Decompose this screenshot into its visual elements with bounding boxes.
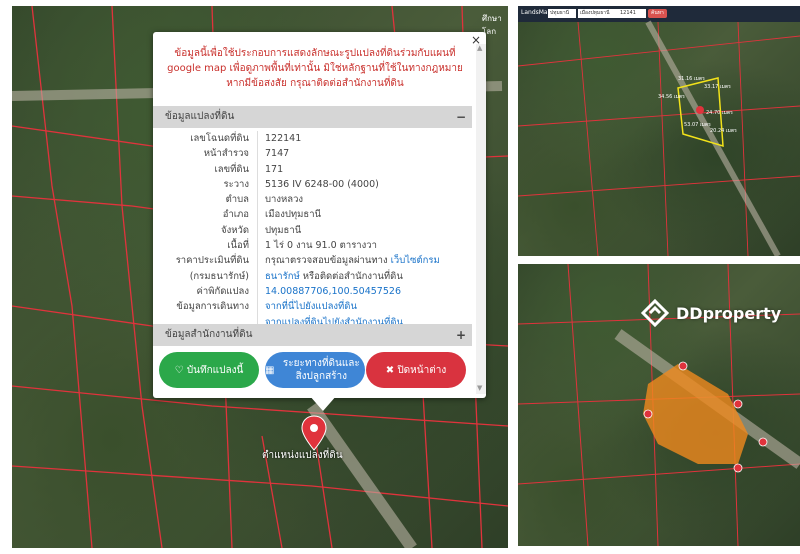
measure-label: 34.56 เมตร xyxy=(658,94,685,100)
measure-overlay: 31.16 เมตร 33.17 เมตร 34.56 เมตร 24.70 เ… xyxy=(518,20,800,256)
table-row: ระวาง 5136 IV 6248-00 (4000) xyxy=(153,177,472,192)
section-parcel-info-title: ข้อมูลแปลงที่ดิน xyxy=(165,111,235,122)
row-value: 1 ไร่ 0 งาน 91.0 ตารางวา xyxy=(265,240,377,252)
row-key: เนื้อที่ xyxy=(227,240,249,252)
table-row: เลขโฉนดที่ดิน 122141 xyxy=(153,131,472,146)
close-window-button[interactable]: ✖ ปิดหน้าต่าง xyxy=(366,352,466,388)
popup-pointer xyxy=(309,395,337,411)
location-pin-icon[interactable] xyxy=(300,414,328,452)
row-key: ระวาง xyxy=(223,178,249,190)
disclaimer-notice: ข้อมูลนี้เพื่อใช้ประกอบการแสดงลักษณะรูปแ… xyxy=(167,48,463,89)
popup-actions: ♡ บันทึกแปลงนี้ ▦ ระยะทางที่ดินและสิ่งปล… xyxy=(159,352,466,390)
landsmaps-measure-map[interactable]: LandsMaps ปทุมธานี เมืองปทุมธานี 12141 ค… xyxy=(518,6,800,256)
row-value: 122141 xyxy=(265,133,302,144)
row-value: 5136 IV 6248-00 (4000) xyxy=(265,178,379,190)
row-key: เลขที่ดิน xyxy=(214,163,250,175)
table-row: เลขที่ดิน 171 xyxy=(153,162,472,177)
table-row: (กรมธนารักษ์) ธนารักษ์ หรือติดต่อสำนักงาน… xyxy=(153,269,472,284)
collapse-icon[interactable]: − xyxy=(456,106,466,128)
section-land-office-header[interactable]: ข้อมูลสำนักงานที่ดิน + xyxy=(153,324,472,346)
parcel-info-popup: × ข้อมูลนี้เพื่อใช้ประกอบการแสดงลักษณะรู… xyxy=(153,32,486,411)
row-value: บางหลวง xyxy=(265,194,304,206)
row-value: หรือติดต่อสำนักงานที่ดิน xyxy=(299,270,403,282)
table-row: ข้อมูลการเดินทาง จากที่นี่ไปยังแปลงที่ดิน xyxy=(153,299,472,314)
measure-label: 53.07 เมตร xyxy=(684,122,711,128)
measure-label: 31.16 เมตร xyxy=(678,76,705,82)
popup-scrollbar[interactable]: ▲ ▼ xyxy=(476,44,486,394)
save-parcel-label: บันทึกแปลงนี้ xyxy=(186,364,244,376)
table-row: เนื้อที่ 1 ไร่ 0 งาน 91.0 ตารางวา xyxy=(153,238,472,253)
row-value: เมืองปทุมธานี xyxy=(265,209,322,221)
table-row: ตำบล บางหลวง xyxy=(153,192,472,207)
row-value: 7147 xyxy=(265,148,290,160)
distance-building-label: ระยะทางที่ดินและสิ่งปลูกสร้าง xyxy=(282,358,360,382)
parcel-info-table: เลขโฉนดที่ดิน 122141 หน้าสำรวจ 7147 เลขที่… xyxy=(153,131,472,330)
row-key: อำเภอ xyxy=(222,209,249,221)
watermark-text: DDproperty xyxy=(676,303,782,323)
table-row: อำเภอ เมืองปทุมธานี xyxy=(153,207,472,222)
row-key: ค่าพิกัดแปลง xyxy=(196,285,250,297)
row-value: ปทุมธานี xyxy=(265,224,302,236)
ddproperty-logo-icon xyxy=(640,298,670,328)
table-row: ค่าพิกัดแปลง 14.00887706,100.50457526 xyxy=(153,284,472,299)
row-key: หน้าสำรวจ xyxy=(203,148,249,160)
close-window-label: ปิดหน้าต่าง xyxy=(397,364,447,376)
measure-label: 24.70 เมตร xyxy=(706,110,733,116)
expand-icon[interactable]: + xyxy=(456,324,466,346)
row-key: เลขโฉนดที่ดิน xyxy=(190,133,249,144)
heart-icon: ♡ xyxy=(174,364,187,376)
row-value: 171 xyxy=(265,163,284,175)
treasury-website-link[interactable]: เว็บไซต์กรม xyxy=(391,255,440,266)
building-icon: ▦ xyxy=(265,364,278,376)
save-parcel-button[interactable]: ♡ บันทึกแปลงนี้ xyxy=(159,352,259,388)
treasury-link[interactable]: ธนารักษ์ xyxy=(265,271,300,282)
row-key: ราคาประเมินที่ดิน xyxy=(175,255,249,267)
scroll-down-icon[interactable]: ▼ xyxy=(477,384,482,392)
table-row: จังหวัด ปทุมธานี xyxy=(153,223,472,238)
row-key: ข้อมูลการเดินทาง xyxy=(176,301,249,313)
measure-label: 20.24 เมตร xyxy=(710,128,737,134)
row-key: (กรมธนารักษ์) xyxy=(189,270,249,282)
measure-label: 33.17 เมตร xyxy=(704,84,731,90)
section-land-office-title: ข้อมูลสำนักงานที่ดิน xyxy=(165,329,253,340)
row-key: ตำบล xyxy=(225,194,249,206)
section-parcel-info-header[interactable]: ข้อมูลแปลงที่ดิน − xyxy=(153,106,472,128)
row-key: จังหวัด xyxy=(221,224,249,236)
table-row: หน้าสำรวจ 7147 xyxy=(153,146,472,161)
directions-to-parcel-link[interactable]: จากที่นี่ไปยังแปลงที่ดิน xyxy=(265,299,357,314)
close-x-icon: ✖ xyxy=(385,364,398,376)
table-row: ราคาประเมินที่ดิน กรุณาตรวจสอบข้อมูลผ่านท… xyxy=(153,253,472,268)
ddproperty-watermark: DDproperty xyxy=(640,298,781,328)
pin-label: ตำแหน่งแปลงที่ดิน xyxy=(262,450,343,461)
row-value: กรุณาตรวจสอบข้อมูลผ่านทาง xyxy=(265,255,391,267)
distance-building-button[interactable]: ▦ ระยะทางที่ดินและสิ่งปลูกสร้าง xyxy=(265,352,365,388)
scroll-up-icon[interactable]: ▲ xyxy=(477,44,482,52)
coordinates-link[interactable]: 14.00887706,100.50457526 xyxy=(265,284,401,299)
